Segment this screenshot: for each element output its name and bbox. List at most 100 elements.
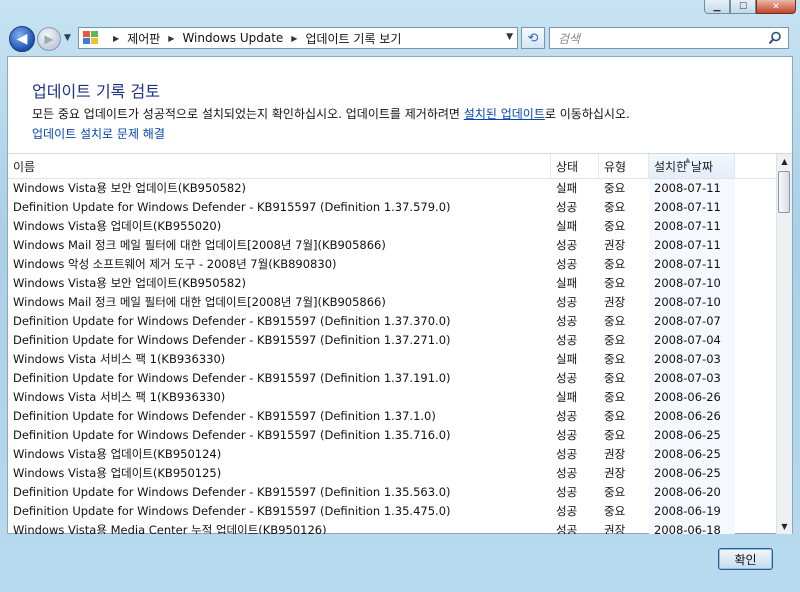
- update-name-cell: Windows Vista용 업데이트(KB955020): [13, 219, 222, 233]
- install-date-cell: 2008-07-03: [649, 350, 735, 369]
- type-cell: 권장: [604, 466, 626, 480]
- breadcrumb-item-view-history[interactable]: 업데이트 기록 보기: [305, 30, 401, 47]
- scroll-up-button[interactable]: ▲: [777, 154, 792, 169]
- update-name-cell: Definition Update for Windows Defender -…: [13, 200, 451, 214]
- status-cell: 성공: [556, 428, 578, 442]
- troubleshoot-link[interactable]: 업데이트 설치로 문제 해결: [32, 125, 165, 142]
- status-cell: 성공: [556, 371, 578, 385]
- address-dropdown-icon[interactable]: ▼: [506, 32, 513, 42]
- table-row[interactable]: Windows Vista용 업데이트(KB950124) 성공 권장 2008-06…: [8, 445, 778, 464]
- table-row[interactable]: Windows Vista용 업데이트(KB950125) 성공 권장 2008-06…: [8, 464, 778, 483]
- update-name-cell: Windows Vista용 업데이트(KB950125): [13, 466, 222, 480]
- install-date-cell: 2008-07-03: [649, 369, 735, 388]
- update-name-cell: Definition Update for Windows Defender -…: [13, 371, 451, 385]
- content-pane: 업데이트 기록 검토 모든 중요 업데이트가 성공적으로 설치되었는지 확인하십…: [7, 56, 793, 534]
- update-history-list: 이름 상태 유형 ▲ 설치한 날짜 Windows Vista용 보안 업데이트(…: [8, 153, 792, 534]
- install-date-cell: 2008-06-25: [649, 445, 735, 464]
- status-cell: 성공: [556, 257, 578, 271]
- type-cell: 중요: [604, 181, 626, 195]
- table-row[interactable]: Definition Update for Windows Defender -…: [8, 426, 778, 445]
- table-row[interactable]: Windows Vista용 보안 업데이트(KB950582) 실패 중요 2008…: [8, 274, 778, 293]
- type-cell: 중요: [604, 352, 626, 366]
- update-name-cell: Windows 악성 소프트웨어 제거 도구 - 2008년 7월(KB8908…: [13, 257, 337, 271]
- column-header-date-label: 설치한 날짜: [654, 160, 714, 174]
- table-row[interactable]: Windows Vista 서비스 팩 1(KB936330) 실패 중요 2008-…: [8, 350, 778, 369]
- update-name-cell: Definition Update for Windows Defender -…: [13, 409, 436, 423]
- forward-button[interactable]: ▶: [37, 27, 61, 51]
- install-date-cell: 2008-07-11: [649, 217, 735, 236]
- window-frame: ▁ ☐ ✕ ◀ ▶ ▼ ▶ 제어판 ▶ Windows Update ▶ 업데이…: [0, 0, 800, 592]
- close-button[interactable]: ✕: [756, 0, 796, 14]
- table-row[interactable]: Windows Vista 서비스 팩 1(KB936330) 실패 중요 2008-…: [8, 388, 778, 407]
- status-cell: 성공: [556, 466, 578, 480]
- type-cell: 중요: [604, 257, 626, 271]
- control-panel-icon: [83, 31, 99, 45]
- sort-ascending-icon: ▲: [685, 156, 691, 164]
- status-cell: 실패: [556, 390, 578, 404]
- table-row[interactable]: Windows Vista용 Media Center 누적 업데이트(KB95…: [8, 521, 778, 534]
- breadcrumb-item-control-panel[interactable]: 제어판: [127, 30, 160, 47]
- type-cell: 중요: [604, 276, 626, 290]
- install-date-cell: 2008-07-11: [649, 198, 735, 217]
- update-name-cell: Definition Update for Windows Defender -…: [13, 428, 451, 442]
- search-icon[interactable]: [768, 31, 782, 45]
- type-cell: 중요: [604, 409, 626, 423]
- update-name-cell: Windows Mail 정크 메일 필터에 대한 업데이트[2008년 7월]…: [13, 295, 386, 309]
- search-placeholder: 검색: [558, 31, 581, 46]
- table-row[interactable]: Definition Update for Windows Defender -…: [8, 331, 778, 350]
- column-header-date[interactable]: ▲ 설치한 날짜: [649, 154, 735, 178]
- type-cell: 중요: [604, 333, 626, 347]
- status-cell: 성공: [556, 504, 578, 518]
- install-date-cell: 2008-06-25: [649, 426, 735, 445]
- install-date-cell: 2008-06-25: [649, 464, 735, 483]
- minimize-button[interactable]: ▁: [704, 0, 730, 14]
- breadcrumb-separator-icon[interactable]: ▶: [113, 34, 119, 43]
- table-row[interactable]: Definition Update for Windows Defender -…: [8, 407, 778, 426]
- search-input[interactable]: 검색: [549, 27, 789, 49]
- table-row[interactable]: Definition Update for Windows Defender -…: [8, 198, 778, 217]
- status-cell: 성공: [556, 333, 578, 347]
- column-header-status[interactable]: 상태: [551, 154, 599, 178]
- recent-pages-button[interactable]: ▼: [64, 33, 71, 43]
- table-row[interactable]: Definition Update for Windows Defender -…: [8, 312, 778, 331]
- status-cell: 성공: [556, 295, 578, 309]
- table-row[interactable]: Windows Mail 정크 메일 필터에 대한 업데이트[2008년 7월]…: [8, 293, 778, 312]
- list-rows: Windows Vista용 보안 업데이트(KB950582) 실패 중요 2008…: [8, 179, 778, 534]
- status-cell: 성공: [556, 238, 578, 252]
- back-button[interactable]: ◀: [9, 26, 35, 52]
- type-cell: 중요: [604, 219, 626, 233]
- close-icon: ✕: [772, 1, 780, 12]
- update-name-cell: Windows Vista용 보안 업데이트(KB950582): [13, 276, 247, 290]
- update-name-cell: Windows Mail 정크 메일 필터에 대한 업데이트[2008년 7월]…: [13, 238, 386, 252]
- page-title: 업데이트 기록 검토: [32, 82, 160, 101]
- installed-updates-link[interactable]: 설치된 업데이트: [464, 107, 545, 121]
- maximize-button[interactable]: ☐: [730, 0, 756, 14]
- type-cell: 중요: [604, 390, 626, 404]
- update-name-cell: Definition Update for Windows Defender -…: [13, 333, 451, 347]
- scroll-thumb[interactable]: [778, 171, 790, 213]
- breadcrumb-item-windows-update[interactable]: Windows Update: [182, 31, 283, 45]
- vertical-scrollbar[interactable]: ▲ ▼: [776, 154, 792, 534]
- table-row[interactable]: Definition Update for Windows Defender -…: [8, 502, 778, 521]
- column-header-name[interactable]: 이름: [8, 154, 551, 178]
- status-cell: 성공: [556, 314, 578, 328]
- breadcrumb-separator-icon[interactable]: ▶: [291, 34, 297, 43]
- table-row[interactable]: Windows Mail 정크 메일 필터에 대한 업데이트[2008년 7월]…: [8, 236, 778, 255]
- table-row[interactable]: Windows Vista용 보안 업데이트(KB950582) 실패 중요 2008…: [8, 179, 778, 198]
- table-row[interactable]: Definition Update for Windows Defender -…: [8, 483, 778, 502]
- list-header: 이름 상태 유형 ▲ 설치한 날짜: [8, 154, 778, 179]
- table-row[interactable]: Windows Vista용 업데이트(KB955020) 실패 중요 2008-07…: [8, 217, 778, 236]
- update-name-cell: Definition Update for Windows Defender -…: [13, 314, 451, 328]
- scroll-down-button[interactable]: ▼: [777, 519, 792, 534]
- update-name-cell: Definition Update for Windows Defender -…: [13, 485, 451, 499]
- table-row[interactable]: Definition Update for Windows Defender -…: [8, 369, 778, 388]
- type-cell: 중요: [604, 428, 626, 442]
- install-date-cell: 2008-07-10: [649, 274, 735, 293]
- breadcrumb-separator-icon[interactable]: ▶: [168, 34, 174, 43]
- type-cell: 권장: [604, 447, 626, 461]
- column-header-type[interactable]: 유형: [599, 154, 649, 178]
- ok-button[interactable]: 확인: [718, 548, 773, 570]
- address-bar[interactable]: ▶ 제어판 ▶ Windows Update ▶ 업데이트 기록 보기 ▼: [78, 27, 518, 49]
- refresh-button[interactable]: ⟲: [521, 27, 545, 49]
- table-row[interactable]: Windows 악성 소프트웨어 제거 도구 - 2008년 7월(KB8908…: [8, 255, 778, 274]
